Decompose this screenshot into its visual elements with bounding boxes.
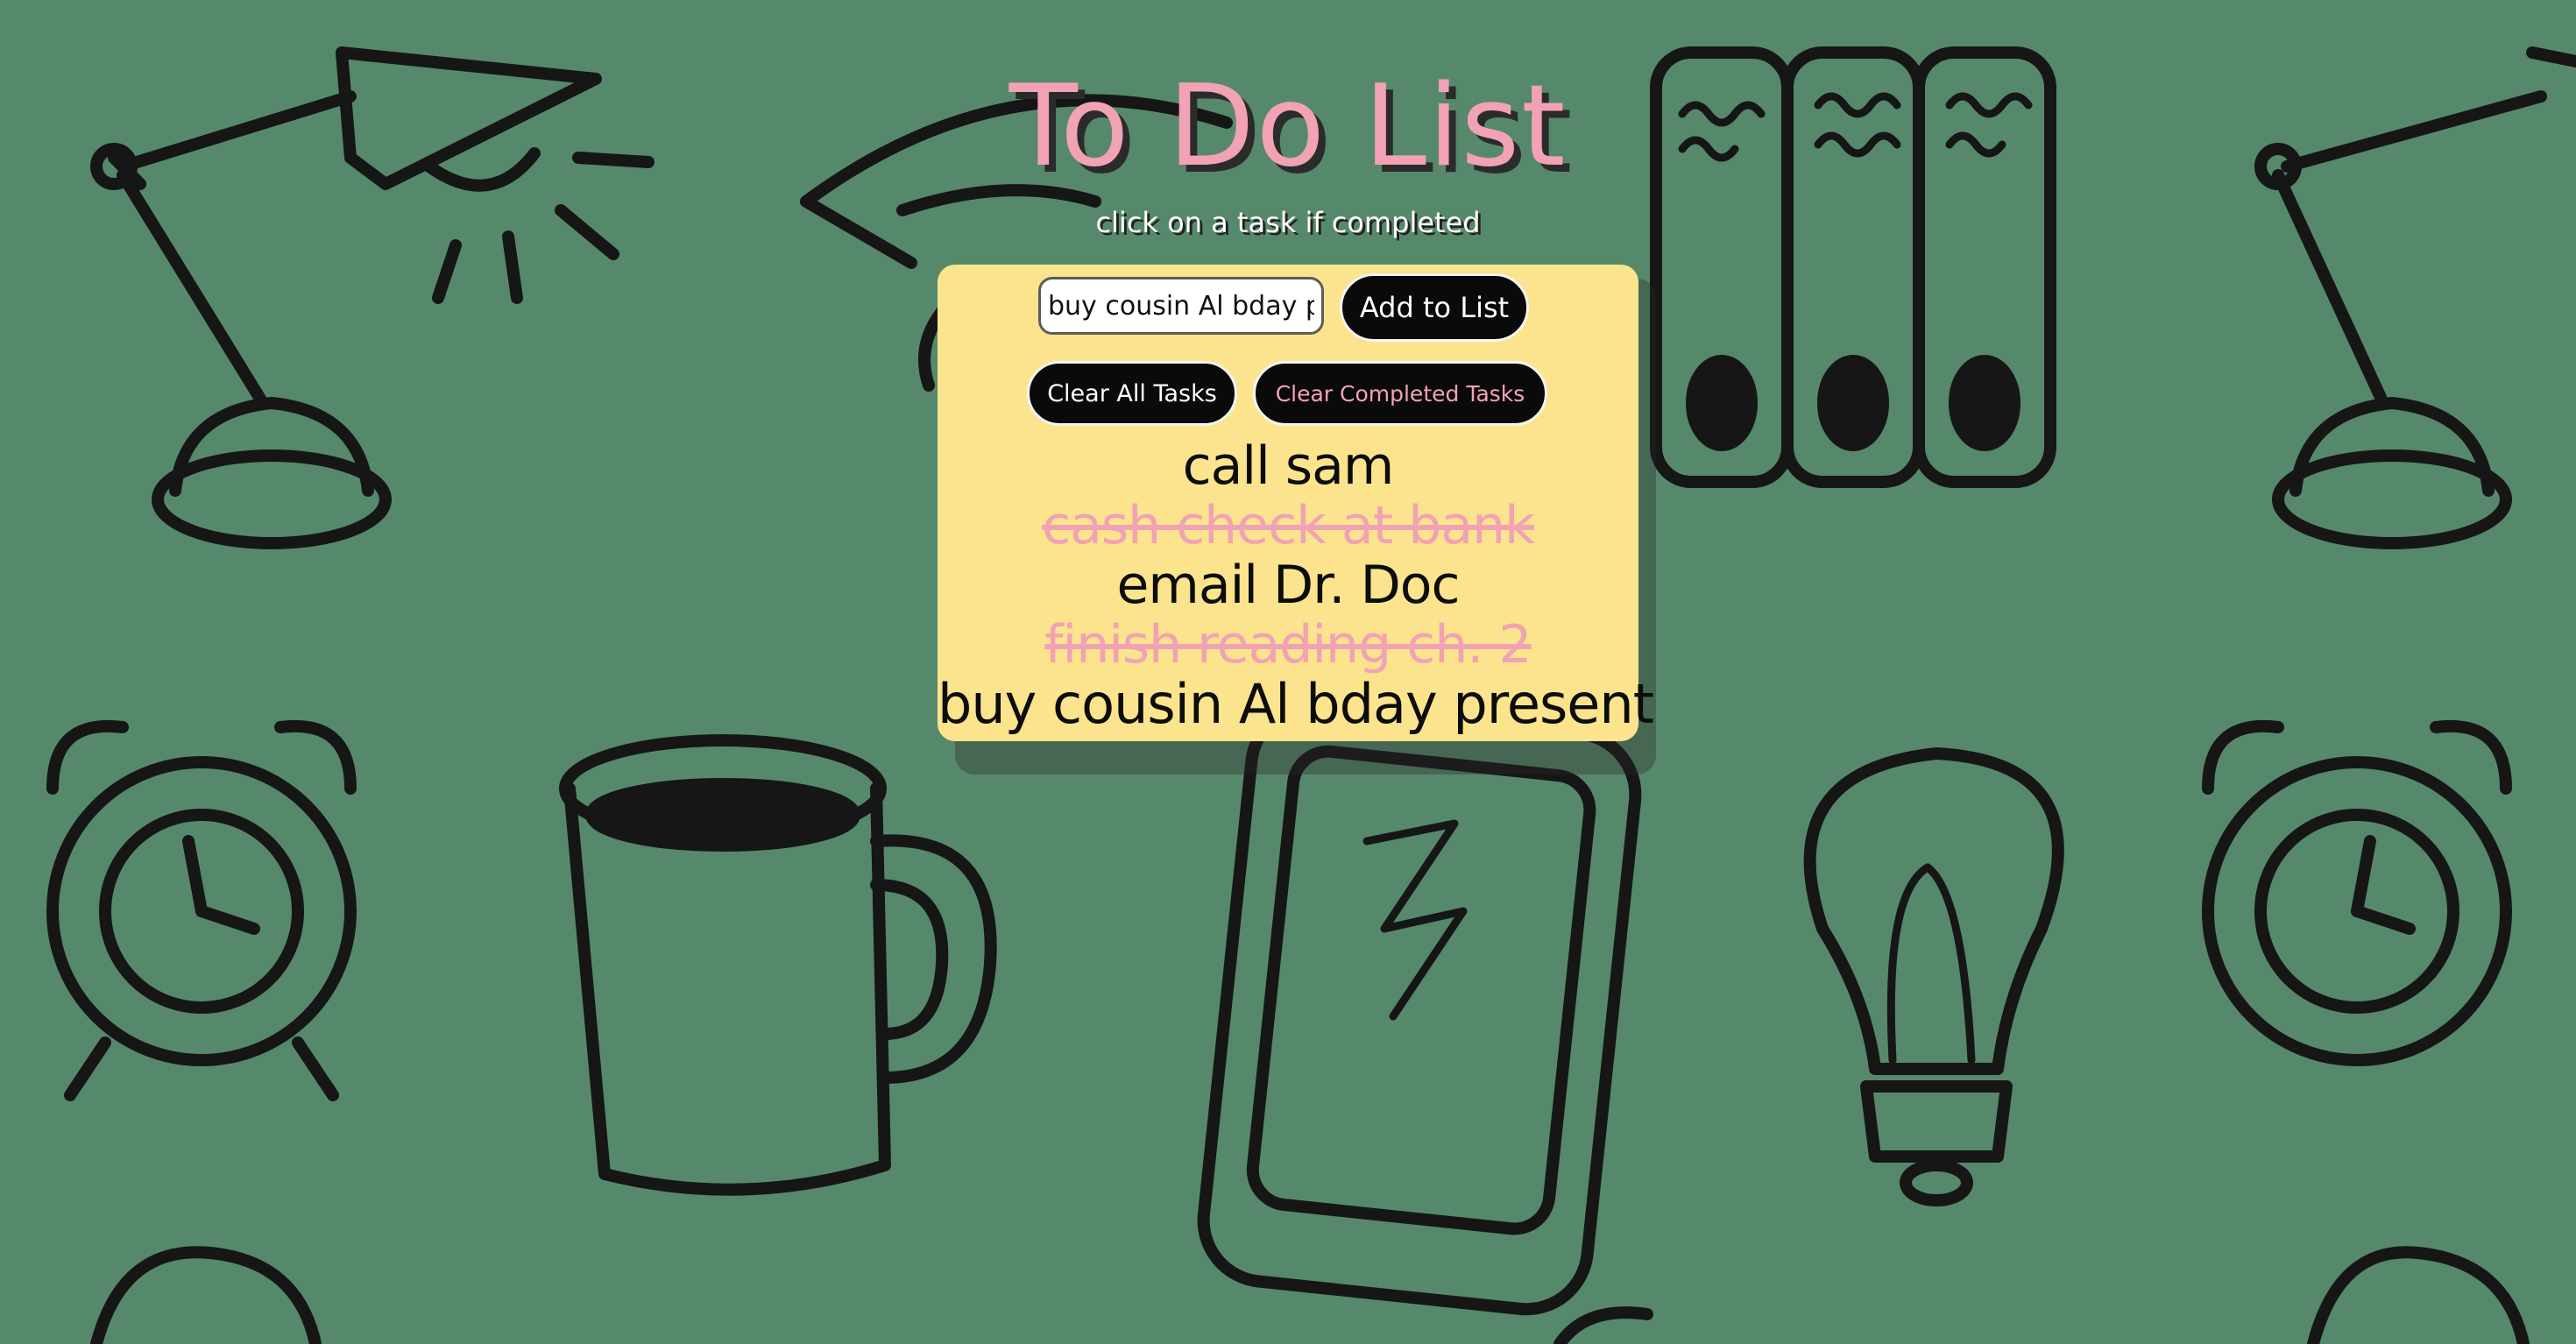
page-subtitle: click on a task if completed xyxy=(1095,206,1481,239)
todo-card: Add to List Clear All Tasks Clear Comple… xyxy=(938,265,1654,741)
page-title: To Do List xyxy=(1008,61,1568,192)
task-item-completed[interactable]: cash check at bank xyxy=(938,496,1638,555)
alarm-clock-icon xyxy=(46,719,357,1101)
coffee-mug-icon xyxy=(559,734,997,1196)
smartphone-icon xyxy=(1197,699,1642,1316)
task-list: call sam cash check at bank email Dr. Do… xyxy=(938,436,1654,734)
add-to-list-button[interactable]: Add to List xyxy=(1340,273,1529,342)
alarm-clock-icon xyxy=(2202,719,2512,1066)
task-item-completed[interactable]: finish reading ch. 2 xyxy=(938,615,1638,675)
task-input[interactable] xyxy=(1038,277,1324,335)
task-item[interactable]: call sam xyxy=(938,436,1638,496)
lightbulb-icon xyxy=(1803,747,2064,1206)
alarm-clock-icon xyxy=(90,1246,2530,1344)
task-item[interactable]: buy cousin Al bday present xyxy=(938,675,1654,734)
clear-all-tasks-button[interactable]: Clear All Tasks xyxy=(1027,361,1237,426)
task-item[interactable]: email Dr. Doc xyxy=(938,555,1638,615)
clear-completed-tasks-button[interactable]: Clear Completed Tasks xyxy=(1253,361,1547,426)
